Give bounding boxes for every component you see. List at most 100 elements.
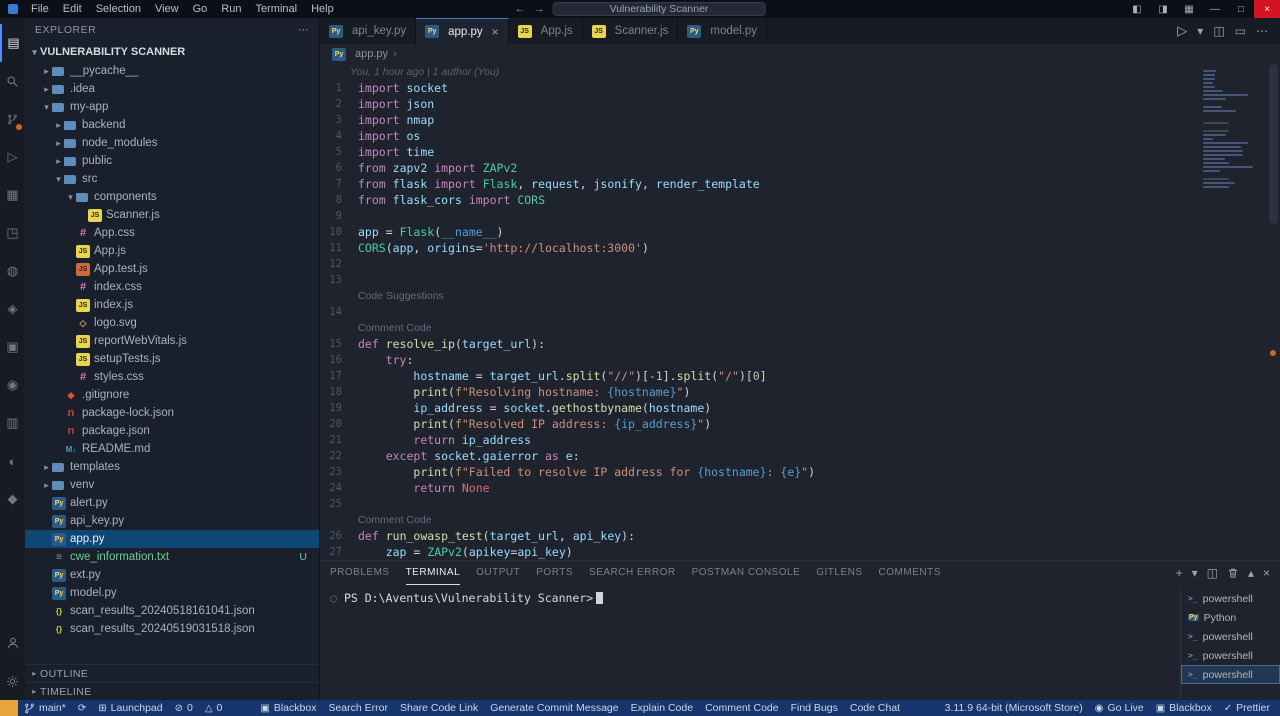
menu-edit[interactable]: Edit xyxy=(56,3,89,15)
tree-item-app-js[interactable]: App.js xyxy=(25,242,319,260)
remote-explorer-icon[interactable]: ◳ xyxy=(0,214,25,252)
nav-back-icon[interactable]: ← xyxy=(515,3,526,15)
status-go-live[interactable]: ◉ Go Live xyxy=(1089,700,1150,716)
section-outline[interactable]: ▸ OUTLINE xyxy=(25,664,319,682)
tree-item-templates[interactable]: ▸ templates xyxy=(25,458,319,476)
source-control-icon[interactable] xyxy=(0,100,25,138)
status-launchpad[interactable]: ⊞ Launchpad xyxy=(92,700,168,716)
tree-item-idea[interactable]: ▸ .idea xyxy=(25,80,319,98)
tree-item-node-modules[interactable]: ▸ node_modules xyxy=(25,134,319,152)
tree-item-scanner-js[interactable]: Scanner.js xyxy=(25,206,319,224)
tree-item-styles-css[interactable]: styles.css xyxy=(25,368,319,386)
terminal-item-python[interactable]: Py Python xyxy=(1181,608,1280,627)
tree-item-scan-results-20240518161041-json[interactable]: scan_results_20240518161041.json xyxy=(25,602,319,620)
panel-tab-terminal[interactable]: TERMINAL xyxy=(405,561,461,585)
explorer-more-actions-icon[interactable] xyxy=(298,24,309,36)
tab-app-js[interactable]: App.js xyxy=(508,18,583,44)
tree-item-app-css[interactable]: App.css xyxy=(25,224,319,242)
minimap[interactable] xyxy=(1203,66,1265,188)
status-sync-icon[interactable]: ⟳ xyxy=(72,700,92,716)
panel-tab-gitlens[interactable]: GITLENS xyxy=(816,561,862,585)
remote-indicator[interactable] xyxy=(0,700,18,716)
tree-item-gitignore[interactable]: .gitignore xyxy=(25,386,319,404)
search-icon[interactable] xyxy=(0,62,25,100)
menu-help[interactable]: Help xyxy=(304,3,341,15)
close-tab-icon[interactable]: × xyxy=(492,25,499,39)
status-share-code-link[interactable]: Share Code Link xyxy=(394,700,484,716)
tree-item-readme-md[interactable]: README.md xyxy=(25,440,319,458)
menu-go[interactable]: Go xyxy=(186,3,215,15)
status-generate-commit-message[interactable]: Generate Commit Message xyxy=(484,700,624,716)
gitlens-icon[interactable]: ◆ xyxy=(0,480,25,518)
breadcrumb[interactable]: app.py xyxy=(320,44,1280,64)
tree-item-scan-results-20240519031518-json[interactable]: scan_results_20240519031518.json xyxy=(25,620,319,638)
minimize-button[interactable]: — xyxy=(1202,0,1228,18)
blackbox-icon[interactable]: ▣ xyxy=(0,328,25,366)
tree-item-api-key-py[interactable]: api_key.py xyxy=(25,512,319,530)
tree-item-src[interactable]: ▾ src xyxy=(25,170,319,188)
tab-app-py[interactable]: app.py× xyxy=(416,18,509,44)
customize-layout-icon[interactable]: ▦ xyxy=(1176,0,1202,18)
run-file-button[interactable]: ▷ xyxy=(1177,23,1187,39)
section-timeline[interactable]: ▸ TIMELINE xyxy=(25,682,319,700)
nav-forward-icon[interactable]: → xyxy=(534,3,545,15)
terminal-item-powershell[interactable]: >_ powershell xyxy=(1181,627,1280,646)
tree-item-venv[interactable]: ▸ venv xyxy=(25,476,319,494)
tree-item-reportwebvitals-js[interactable]: reportWebVitals.js xyxy=(25,332,319,350)
postman-icon[interactable]: ◐ xyxy=(0,442,25,480)
tree-item-model-py[interactable]: model.py xyxy=(25,584,319,602)
menu-selection[interactable]: Selection xyxy=(89,3,148,15)
tree-item-backend[interactable]: ▸ backend xyxy=(25,116,319,134)
tree-item-public[interactable]: ▸ public xyxy=(25,152,319,170)
menu-terminal[interactable]: Terminal xyxy=(249,3,305,15)
more-actions-icon[interactable]: ⋯ xyxy=(1256,24,1268,38)
code-editor[interactable]: You, 1 hour ago | 1 author (You) 1 import… xyxy=(320,64,1280,560)
terminal-picker-icon[interactable]: ▾ xyxy=(1192,566,1198,580)
status-git-branch[interactable]: main* xyxy=(18,700,72,716)
tab-scanner-js[interactable]: Scanner.js xyxy=(582,18,679,44)
tree-item-app-py[interactable]: app.py xyxy=(25,530,319,548)
status-warnings[interactable]: △ 0 xyxy=(199,700,229,716)
split-terminal-icon[interactable]: ◫ xyxy=(1207,566,1218,580)
extensions-icon[interactable]: ▦ xyxy=(0,176,25,214)
status-blackbox[interactable]: ▣ Blackbox xyxy=(254,700,322,716)
toggle-sidebar-icon[interactable]: ◧ xyxy=(1124,0,1150,18)
panel-tab-ports[interactable]: PORTS xyxy=(536,561,573,585)
close-button[interactable]: × xyxy=(1254,0,1280,18)
status-code-chat[interactable]: Code Chat xyxy=(844,700,906,716)
workspace-root-folder[interactable]: VULNERABILITY SCANNER xyxy=(25,42,319,62)
terminal-item-powershell[interactable]: >_ powershell xyxy=(1181,665,1280,684)
menu-run[interactable]: Run xyxy=(214,3,248,15)
maximize-panel-icon[interactable]: ▴ xyxy=(1248,566,1254,580)
status-python-version[interactable]: 3.11.9 64-bit (Microsoft Store) xyxy=(939,700,1089,716)
scrollbar-thumb[interactable] xyxy=(1269,64,1278,224)
tree-item-cwe-information-txt[interactable]: cwe_information.txtU xyxy=(25,548,319,566)
panel-tab-search-error[interactable]: SEARCH ERROR xyxy=(589,561,676,585)
status-find-bugs[interactable]: Find Bugs xyxy=(785,700,844,716)
settings-gear-icon[interactable] xyxy=(0,662,25,700)
tree-item-my-app[interactable]: ▾ my-app xyxy=(25,98,319,116)
close-panel-icon[interactable]: × xyxy=(1263,566,1270,580)
tab-api-key-py[interactable]: api_key.py xyxy=(320,18,417,44)
status-prettier[interactable]: ✓ Prettier xyxy=(1218,700,1276,716)
menu-view[interactable]: View xyxy=(148,3,186,15)
docker-icon[interactable]: ◍ xyxy=(0,252,25,290)
terminal-item-powershell[interactable]: >_ powershell xyxy=(1181,589,1280,608)
panel-tab-problems[interactable]: PROBLEMS xyxy=(330,561,390,585)
codelens-action[interactable]: Code Suggestions xyxy=(320,288,1280,304)
panel-tab-postman-console[interactable]: POSTMAN CONSOLE xyxy=(692,561,801,585)
account-icon[interactable] xyxy=(0,624,25,662)
status-errors[interactable]: ⊘ 0 xyxy=(169,700,199,716)
tree-item-logo-svg[interactable]: logo.svg xyxy=(25,314,319,332)
run-debug-icon[interactable]: ▷ xyxy=(0,138,25,176)
editor-scrollbar[interactable] xyxy=(1267,64,1280,560)
split-editor-icon[interactable]: ◫ xyxy=(1213,24,1224,38)
codelens-action[interactable]: Comment Code xyxy=(320,512,1280,528)
toggle-layout-icon[interactable]: ▭ xyxy=(1235,24,1246,38)
tree-item-setuptests-js[interactable]: setupTests.js xyxy=(25,350,319,368)
tree-item-pycache[interactable]: ▸ __pycache__ xyxy=(25,62,319,80)
terminal-output[interactable]: ○ PS D:\Aventus\Vulnerability Scanner> xyxy=(320,585,1180,700)
panel-tab-comments[interactable]: COMMENTS xyxy=(879,561,941,585)
tree-item-index-css[interactable]: index.css xyxy=(25,278,319,296)
restore-button[interactable]: □ xyxy=(1228,0,1254,18)
